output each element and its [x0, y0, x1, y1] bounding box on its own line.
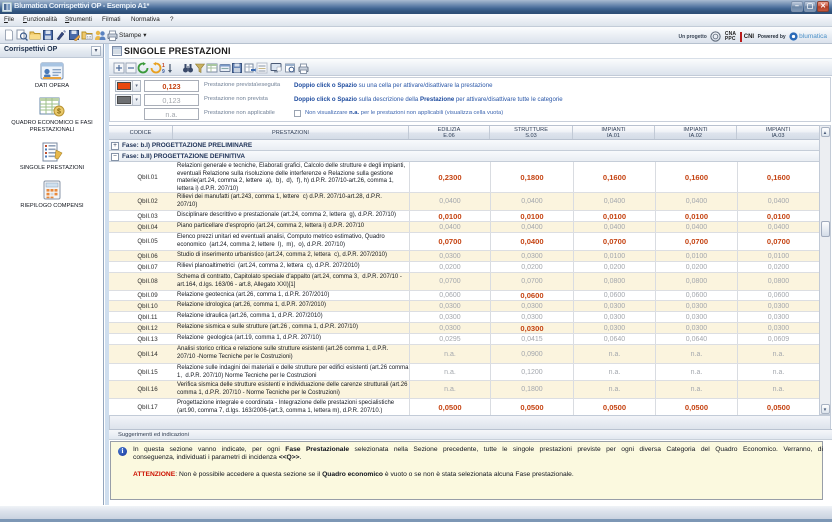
svg-text:9: 9: [162, 69, 165, 74]
svg-text:12: 12: [87, 35, 92, 40]
svg-text:$: $: [57, 109, 61, 116]
